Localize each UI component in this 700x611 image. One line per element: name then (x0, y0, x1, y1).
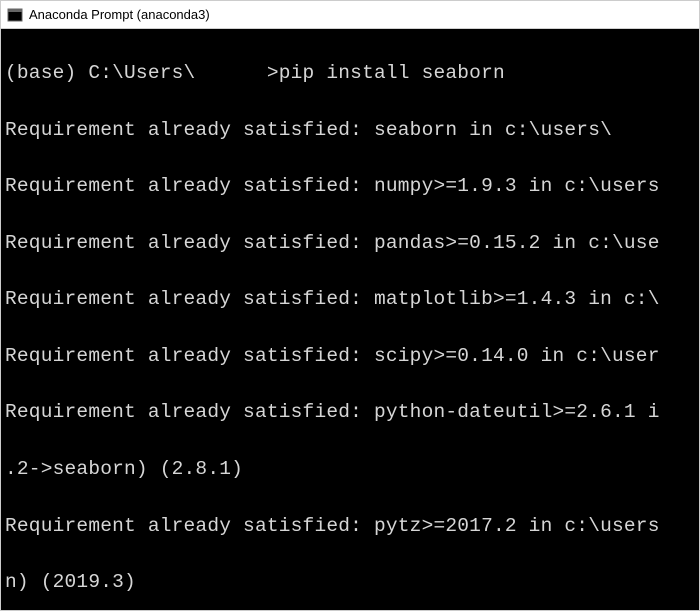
output-line: n) (2019.3) (5, 568, 695, 596)
output-line: Requirement already satisfied: numpy>=1.… (5, 172, 695, 200)
prompt-line: (base) C:\Users\ ‪>pip install seaborn (5, 59, 695, 87)
titlebar[interactable]: Anaconda Prompt (anaconda3) (1, 1, 699, 29)
output-line: Requirement already satisfied: scipy>=0.… (5, 342, 695, 370)
terminal-window: Anaconda Prompt (anaconda3) (base) C:\Us… (0, 0, 700, 611)
output-line: .2->seaborn) (2.8.1) (5, 455, 695, 483)
output-line: Requirement already satisfied: pandas>=0… (5, 229, 695, 257)
output-line: Requirement already satisfied: python-da… (5, 398, 695, 426)
terminal-body[interactable]: (base) C:\Users\ ‪>pip install seaborn R… (1, 29, 699, 610)
prompt-command: pip install seaborn (279, 62, 505, 84)
terminal-icon (7, 7, 23, 23)
output-line: Requirement already satisfied: seaborn i… (5, 116, 695, 144)
output-line: Requirement already satisfied: pytz>=201… (5, 512, 695, 540)
window-title: Anaconda Prompt (anaconda3) (29, 7, 210, 22)
output-line: Requirement already satisfied: matplotli… (5, 285, 695, 313)
prompt-prefix: (base) C:\Users\ ‪> (5, 62, 279, 84)
